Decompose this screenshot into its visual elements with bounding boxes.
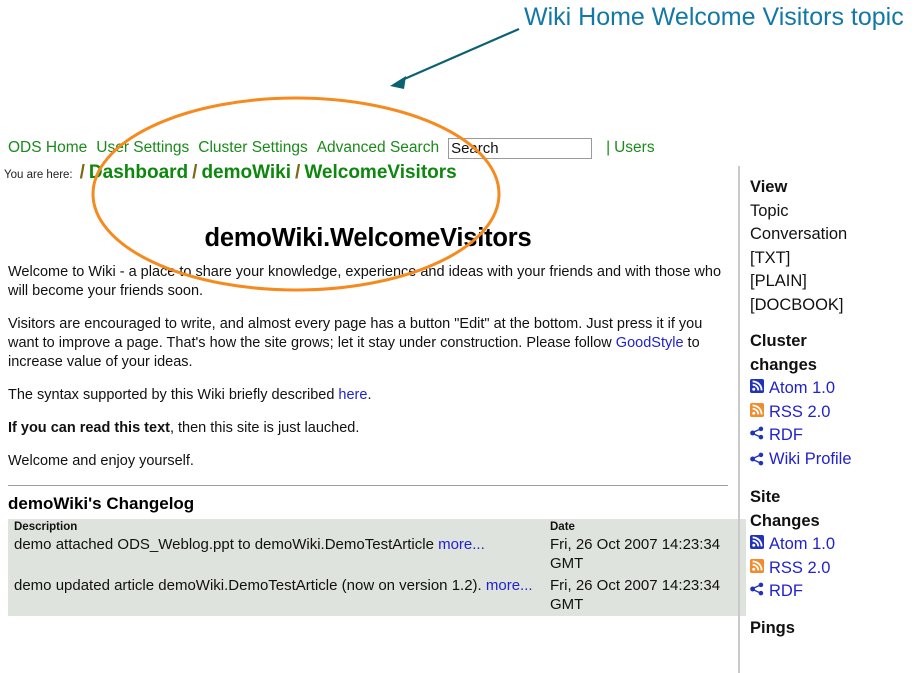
sidebar-feed-label: RDF <box>769 582 803 600</box>
sidebar-heading-view: View <box>750 178 788 196</box>
content-divider <box>8 485 728 486</box>
sidebar-feed-site-rss[interactable]: RSS 2.0 <box>750 557 910 581</box>
annotation-label: Wiki Home Welcome Visitors topic <box>524 3 904 31</box>
sidebar-item-txt[interactable]: [TXT] <box>750 247 910 271</box>
breadcrumb-item-dashboard[interactable]: Dashboard <box>89 162 188 184</box>
description-text: demo attached ODS_Weblog.ppt to demoWiki… <box>14 536 439 553</box>
sidebar-feed-label: RSS 2.0 <box>769 402 831 421</box>
paragraph-text-tail: . <box>367 387 372 403</box>
link-more[interactable]: more... <box>438 536 485 553</box>
nav-link-users[interactable]: Users <box>614 139 654 157</box>
column-header-date: Date <box>550 521 575 533</box>
sidebar-heading-pings: Pings <box>750 618 795 637</box>
rss-feed-icon <box>750 557 764 581</box>
atom-feed-icon <box>750 377 764 401</box>
annotation-arrow-head <box>390 76 406 89</box>
rdf-share-icon <box>750 450 764 474</box>
sidebar-item-docbook[interactable]: [DOCBOOK] <box>750 294 910 318</box>
paragraph-text: Welcome and enjoy yourself. <box>8 453 194 469</box>
table-row: demo attached ODS_Weblog.ppt to demoWiki… <box>8 534 746 575</box>
sidebar-item-topic[interactable]: Topic <box>750 200 910 224</box>
paragraph-bold-text: If you can read this text <box>8 420 170 436</box>
sidebar-feed-site-atom[interactable]: Atom 1.0 <box>750 533 910 557</box>
table-header-row: Description Date <box>8 519 746 534</box>
breadcrumb-separator-1: / <box>192 162 198 183</box>
search-input[interactable] <box>448 137 593 159</box>
table-row: demo updated article demoWiki.DemoTestAr… <box>8 575 746 616</box>
annotation-arrow-line <box>401 27 520 82</box>
sidebar-feed-cluster-rss[interactable]: RSS 2.0 <box>750 401 910 425</box>
breadcrumb-item-welcomevisitors[interactable]: WelcomeVisitors <box>304 162 456 184</box>
cell-description: demo attached ODS_Weblog.ppt to demoWiki… <box>8 534 544 575</box>
paragraph-launched: If you can read this text, then this sit… <box>8 419 728 438</box>
paragraph-text-tail: , then this site is just lauched. <box>169 420 360 436</box>
paragraph-text: Welcome to Wiki - a place to share your … <box>8 264 722 299</box>
paragraph-enjoy: Welcome and enjoy yourself. <box>8 452 728 471</box>
sidebar-feed-label: Wiki Profile <box>769 449 852 468</box>
breadcrumb-item-demowiki[interactable]: demoWiki <box>201 162 291 184</box>
breadcrumb-prefix: You are here: <box>4 169 73 181</box>
main-content-column: demoWiki.WelcomeVisitors Welcome to Wiki… <box>0 188 746 673</box>
paragraph-visitors: Visitors are encouraged to write, and al… <box>8 315 728 372</box>
breadcrumb-separator-2: / <box>295 162 301 183</box>
breadcrumb-separator-0: / <box>79 162 85 183</box>
column-header-description: Description <box>14 521 78 533</box>
paragraph-syntax: The syntax supported by this Wiki briefl… <box>8 386 728 405</box>
top-navigation: ODS Home User Settings Cluster Settings … <box>8 137 663 159</box>
sidebar-feed-label: RSS 2.0 <box>769 558 831 577</box>
nav-link-cluster-settings[interactable]: Cluster Settings <box>198 139 307 157</box>
sidebar-feed-cluster-atom[interactable]: Atom 1.0 <box>750 377 910 401</box>
link-goodstyle[interactable]: GoodStyle <box>616 335 684 351</box>
rss-feed-icon <box>750 401 764 425</box>
wiki-page: ODS Home User Settings Cluster Settings … <box>0 132 916 673</box>
sidebar-feed-cluster-rdf[interactable]: RDF <box>750 424 910 448</box>
paragraph-text: Visitors are encouraged to write, and al… <box>8 316 703 351</box>
cell-date: Fri, 26 Oct 2007 14:23:34 GMT <box>550 536 721 572</box>
nav-link-user-settings[interactable]: User Settings <box>96 139 189 157</box>
changelog-heading: demoWiki's Changelog <box>8 494 195 513</box>
sidebar-item-plain[interactable]: [PLAIN] <box>750 270 910 294</box>
changelog-table: Description Date demo attached ODS_Weblo… <box>8 519 746 616</box>
nav-link-advanced-search[interactable]: Advanced Search <box>317 139 439 157</box>
paragraph-text: The syntax supported by this Wiki briefl… <box>8 387 339 403</box>
sidebar-heading-site-changes-line1: Site <box>750 488 781 506</box>
sidebar-feed-cluster-wiki-profile[interactable]: Wiki Profile <box>750 448 910 474</box>
atom-feed-icon <box>750 533 764 557</box>
sidebar-heading-cluster-changes-line1: Cluster <box>750 332 807 350</box>
breadcrumb: You are here: / Dashboard / demoWiki / W… <box>4 162 457 184</box>
description-text: demo updated article demoWiki.DemoTestAr… <box>14 577 486 594</box>
cell-description: demo updated article demoWiki.DemoTestAr… <box>8 575 544 616</box>
right-sidebar: View Topic Conversation [TXT] [PLAIN] [D… <box>738 166 916 673</box>
page-title: demoWiki.WelcomeVisitors <box>204 224 532 252</box>
sidebar-item-conversation[interactable]: Conversation <box>750 223 910 247</box>
sidebar-feed-label: RDF <box>769 426 803 444</box>
link-here[interactable]: here <box>338 387 367 403</box>
rdf-share-icon <box>750 580 764 604</box>
screenshot-root: ODS Home User Settings Cluster Settings … <box>0 0 916 673</box>
link-more[interactable]: more... <box>486 577 533 594</box>
nav-separator: | <box>606 139 611 156</box>
nav-link-ods-home[interactable]: ODS Home <box>8 139 87 157</box>
sidebar-heading-site-changes-line2: Changes <box>750 511 820 530</box>
cell-date: Fri, 26 Oct 2007 14:23:34 GMT <box>550 577 721 613</box>
paragraph-welcome: Welcome to Wiki - a place to share your … <box>8 263 728 301</box>
sidebar-heading-cluster-changes-line2: changes <box>750 355 817 374</box>
sidebar-feed-site-rdf[interactable]: RDF <box>750 580 910 604</box>
rdf-share-icon <box>750 424 764 448</box>
sidebar-feed-label: Atom 1.0 <box>769 535 836 553</box>
sidebar-feed-label: Atom 1.0 <box>769 379 836 397</box>
